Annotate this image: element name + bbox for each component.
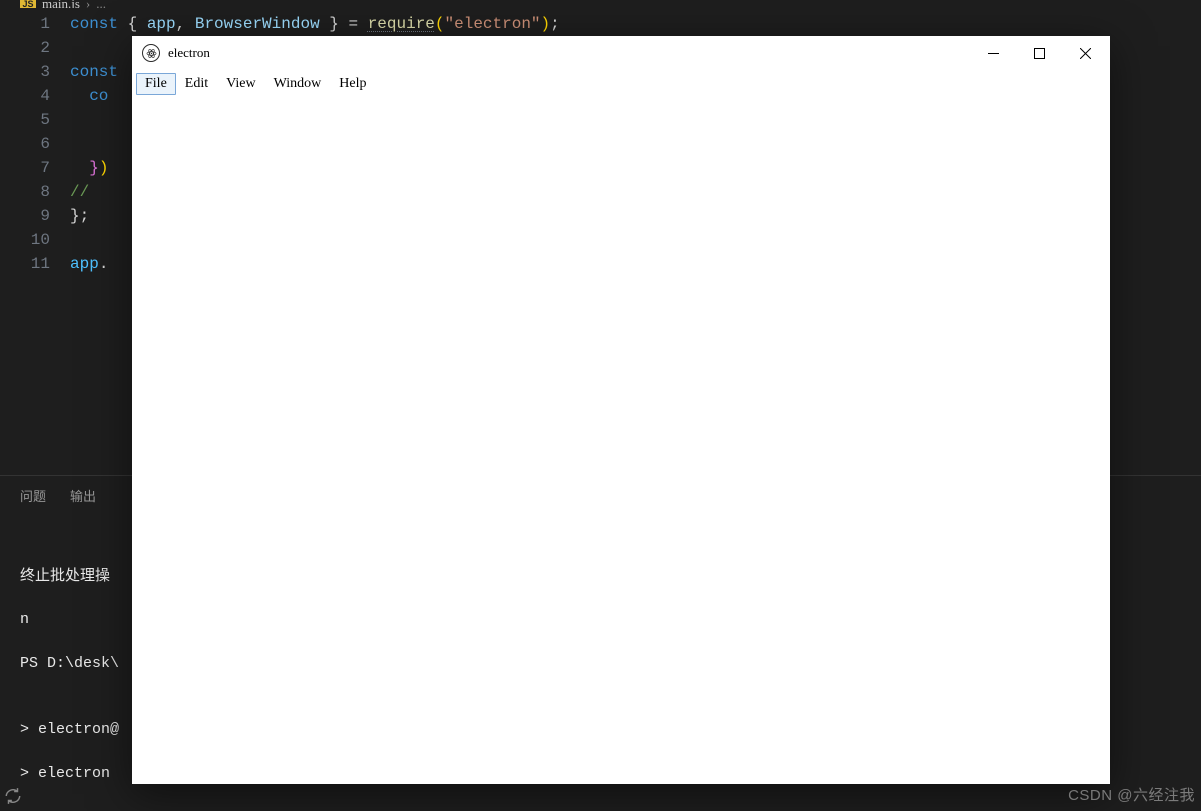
menu-window[interactable]: Window [265, 73, 331, 95]
electron-app-window: electron File Edit View Window Help [132, 36, 1110, 784]
electron-icon [142, 44, 160, 62]
window-menubar: File Edit View Window Help [132, 70, 1110, 98]
menu-edit[interactable]: Edit [176, 73, 217, 95]
window-content-area [132, 98, 1110, 784]
menu-file[interactable]: File [136, 73, 176, 95]
close-button[interactable] [1062, 37, 1108, 69]
minimize-button[interactable] [970, 37, 1016, 69]
window-title: electron [168, 45, 210, 61]
code-line[interactable]: const { app, BrowserWindow } = require("… [70, 12, 560, 36]
menu-view[interactable]: View [217, 73, 264, 95]
crumb-more: ... [96, 0, 106, 8]
line-number-gutter: 1234567891011 [0, 12, 70, 276]
tab-filename[interactable]: main.js [42, 0, 80, 8]
window-titlebar[interactable]: electron [132, 36, 1110, 70]
menu-help[interactable]: Help [330, 73, 375, 95]
maximize-button[interactable] [1016, 37, 1062, 69]
sync-icon[interactable] [4, 787, 22, 805]
js-file-icon: JS [20, 0, 36, 8]
crumb-sep: › [86, 0, 90, 8]
tab-output[interactable]: 输出 [70, 486, 96, 505]
tab-problems[interactable]: 问题 [20, 486, 46, 505]
breadcrumb: JS main.js › ... [0, 0, 1201, 8]
